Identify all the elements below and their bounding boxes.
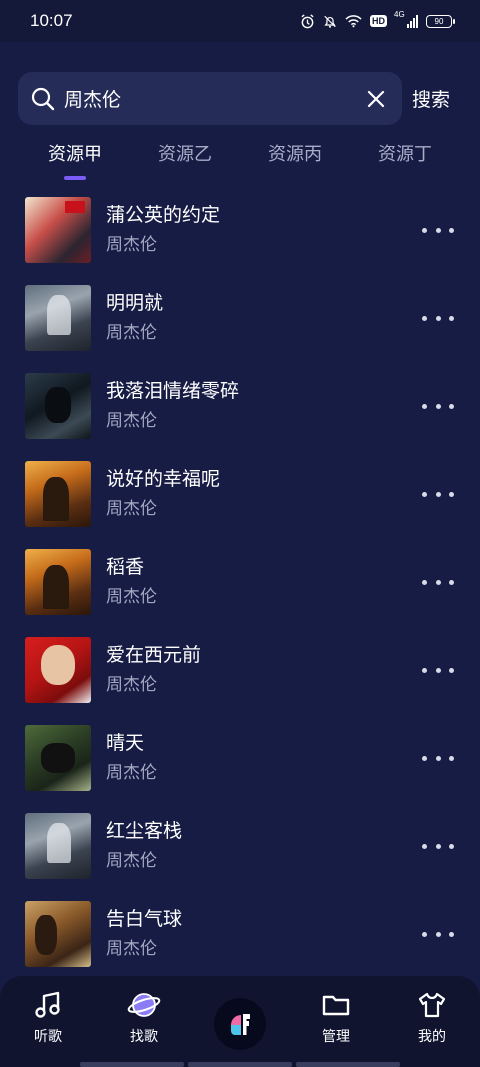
more-icon[interactable] [422, 308, 454, 328]
album-cover [25, 813, 91, 879]
list-item[interactable]: 红尘客栈 周杰伦 [0, 802, 480, 890]
nav-find[interactable]: 找歌 [104, 990, 184, 1046]
battery-icon: 90 [426, 14, 455, 28]
album-cover [25, 197, 91, 263]
nav-listen[interactable]: 听歌 [8, 990, 88, 1046]
more-icon[interactable] [422, 924, 454, 944]
song-artist: 周杰伦 [106, 587, 157, 607]
planet-icon [127, 993, 161, 1017]
search-row: 搜索 [18, 72, 468, 125]
more-icon[interactable] [422, 572, 454, 592]
close-icon[interactable] [364, 87, 388, 111]
status-bar: 10:07 HD 4G 90 [0, 0, 480, 42]
list-item[interactable]: 稻香 周杰伦 [0, 538, 480, 626]
album-cover [25, 637, 91, 703]
song-artist: 周杰伦 [106, 851, 157, 871]
alarm-icon [301, 13, 314, 28]
song-title: 红尘客栈 [106, 820, 183, 842]
album-cover [25, 901, 91, 967]
album-cover [25, 373, 91, 439]
nav-home[interactable] [200, 990, 280, 1050]
more-icon[interactable] [422, 748, 454, 768]
list-item[interactable]: 明明就 周杰伦 [0, 274, 480, 362]
album-cover [25, 725, 91, 791]
list-item[interactable]: 说好的幸福呢 周杰伦 [0, 450, 480, 538]
song-title: 说好的幸福呢 [106, 468, 221, 490]
list-item[interactable]: 告白气球 周杰伦 [0, 890, 480, 978]
song-title: 晴天 [106, 732, 145, 754]
more-icon[interactable] [422, 484, 454, 504]
song-title: 告白气球 [106, 908, 183, 930]
signal-icon: 4G [394, 10, 418, 28]
bottom-nav: 听歌 找歌 管理 我的 [0, 976, 480, 1067]
tshirt-icon [418, 992, 446, 1018]
search-button[interactable]: 搜索 [412, 85, 450, 112]
nav-label: 管理 [322, 1029, 350, 1045]
folder-icon [322, 995, 350, 1016]
album-cover [25, 461, 91, 527]
more-icon[interactable] [422, 220, 454, 240]
search-icon [31, 87, 55, 110]
song-title: 蒲公英的约定 [106, 204, 221, 226]
app-logo-icon [214, 998, 266, 1050]
network-type: 4G [394, 10, 405, 19]
more-icon[interactable] [422, 660, 454, 680]
song-artist: 周杰伦 [106, 235, 157, 255]
home-indicator [80, 1062, 400, 1067]
source-tabs: 资源甲 资源乙 资源丙 资源丁 [0, 140, 480, 180]
song-title: 爱在西元前 [106, 644, 202, 666]
search-box[interactable] [18, 72, 402, 125]
nav-label: 找歌 [130, 1029, 158, 1045]
song-artist: 周杰伦 [106, 939, 157, 959]
song-artist: 周杰伦 [106, 675, 157, 695]
song-artist: 周杰伦 [106, 411, 157, 431]
mute-icon [324, 15, 336, 28]
list-item[interactable]: 晴天 周杰伦 [0, 714, 480, 802]
more-icon[interactable] [422, 396, 454, 416]
song-artist: 周杰伦 [106, 499, 157, 519]
tab-source-c[interactable]: 资源丙 [268, 140, 322, 180]
nav-label: 听歌 [34, 1029, 62, 1045]
tab-source-d[interactable]: 资源丁 [378, 140, 432, 180]
song-title: 我落泪情绪零碎 [106, 380, 240, 402]
nav-manage[interactable]: 管理 [296, 990, 376, 1046]
list-item[interactable]: 爱在西元前 周杰伦 [0, 626, 480, 714]
tab-source-a[interactable]: 资源甲 [48, 140, 102, 180]
status-icons: HD 4G 90 [300, 10, 455, 29]
music-note-icon [35, 991, 60, 1018]
song-list: 蒲公英的约定 周杰伦 明明就 周杰伦 我落泪情绪零碎 周杰伦 说好的幸福呢 周杰… [0, 186, 480, 978]
tab-source-b[interactable]: 资源乙 [158, 140, 212, 180]
album-cover [25, 549, 91, 615]
list-item[interactable]: 我落泪情绪零碎 周杰伦 [0, 362, 480, 450]
nav-label: 我的 [418, 1029, 446, 1045]
nav-mine[interactable]: 我的 [392, 990, 472, 1046]
song-artist: 周杰伦 [106, 763, 157, 783]
album-cover [25, 285, 91, 351]
song-title: 明明就 [106, 292, 164, 314]
song-artist: 周杰伦 [106, 323, 157, 343]
list-item[interactable]: 蒲公英的约定 周杰伦 [0, 186, 480, 274]
song-title: 稻香 [106, 556, 145, 578]
hd-icon: HD [370, 15, 387, 27]
wifi-icon [345, 15, 362, 28]
status-time: 10:07 [30, 11, 73, 30]
search-input[interactable] [64, 87, 364, 110]
more-icon[interactable] [422, 836, 454, 856]
